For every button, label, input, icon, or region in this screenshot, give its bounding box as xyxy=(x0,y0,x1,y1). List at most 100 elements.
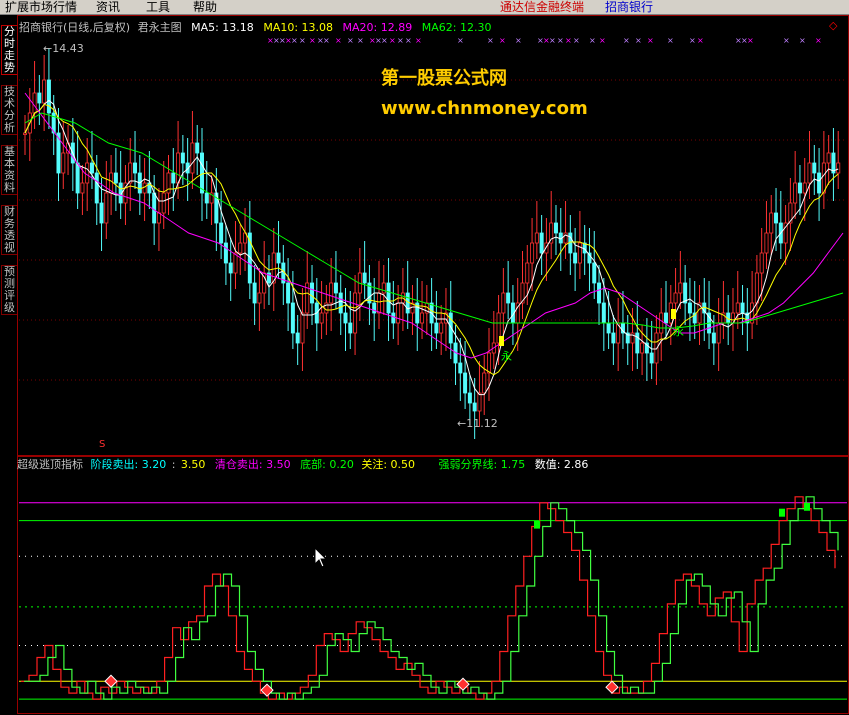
candle-body-155 xyxy=(764,232,769,254)
signal-mark-30: × xyxy=(599,36,606,45)
candle-body-107 xyxy=(534,232,539,244)
signal-mark-29: × xyxy=(589,36,596,45)
signal-mark-31: × xyxy=(623,36,630,45)
diamond-icon: ◇ xyxy=(829,19,838,32)
signal-mark-39: × xyxy=(747,36,754,45)
candle-body-23 xyxy=(133,162,138,174)
candle-body-149 xyxy=(735,302,740,314)
candle-body-96 xyxy=(482,372,487,394)
signal-mark-34: × xyxy=(667,36,674,45)
candle-body-121 xyxy=(601,302,606,324)
candle-body-108 xyxy=(539,232,544,254)
candle-body-22 xyxy=(128,162,133,184)
candle-body-48 xyxy=(252,282,257,304)
candle-body-74 xyxy=(376,292,381,314)
candle-body-75 xyxy=(381,282,386,294)
candle-body-170 xyxy=(836,162,841,174)
candle-body-161 xyxy=(793,182,798,204)
candle-body-168 xyxy=(826,152,831,164)
candle-body-166 xyxy=(817,172,822,194)
candle-body-4 xyxy=(42,79,47,104)
candle-body-68 xyxy=(348,322,353,334)
candle-body-76 xyxy=(386,282,391,314)
tab-financials[interactable]: 财务透视 xyxy=(1,205,18,255)
candle-body-0 xyxy=(23,132,28,135)
candle-body-64 xyxy=(329,282,334,304)
candle-body-43 xyxy=(228,262,233,274)
signal-mark-14: × xyxy=(381,36,388,45)
candle-body-71 xyxy=(362,272,367,284)
low-price-label: ←11.12 xyxy=(457,417,498,430)
clear-sell-label: 清仓卖出: 3.50 xyxy=(214,458,291,471)
menu-item-help[interactable]: 帮助 xyxy=(193,0,217,14)
signal-mark-27: × xyxy=(565,36,572,45)
ma62-label: MA62: 12.30 xyxy=(421,21,492,34)
divider-line-label: 强弱分界线: 1.75 xyxy=(438,458,526,471)
candle-body-8 xyxy=(61,152,66,174)
current-value-label: 数值: 2.86 xyxy=(534,458,589,471)
candle-body-35 xyxy=(190,142,195,174)
candle-body-32 xyxy=(176,152,181,184)
watermark-url: www.chnmoney.com xyxy=(381,98,588,119)
menu-item-news[interactable]: 资讯 xyxy=(96,0,120,14)
candle-body-123 xyxy=(611,332,616,344)
signal-mark-11: × xyxy=(357,36,364,45)
tab-forecast[interactable]: 预测评级 xyxy=(1,265,18,315)
tab-technical[interactable]: 技术分析 xyxy=(1,85,18,135)
ma20-line xyxy=(24,92,844,359)
candle-body-55 xyxy=(286,282,291,304)
top-signal-mark-0 xyxy=(534,520,540,529)
candle-body-92 xyxy=(463,372,468,394)
candle-body-120 xyxy=(597,282,602,304)
stage-sell-label: 阶段卖出: 3.20 xyxy=(90,458,167,471)
menu-item-tools[interactable]: 工具 xyxy=(146,0,170,14)
signal-mark-35: × xyxy=(689,36,696,45)
candle-body-69 xyxy=(353,292,358,334)
candle-body-153 xyxy=(754,272,759,304)
candle-body-58 xyxy=(300,312,305,344)
stock-title: 招商银行(日线,后复权) xyxy=(19,21,131,34)
candle-body-94 xyxy=(472,402,477,412)
top-signal-mark-1 xyxy=(779,508,785,517)
candle-body-44 xyxy=(233,252,238,274)
kline-chart-svg[interactable]: × × × × × × × × × × × × × × × × × × × × × × × × × × × × × × × × × × × × × × × ×… xyxy=(17,15,849,715)
candle-body-157 xyxy=(774,212,779,224)
indicator-header: 超级逃顶指标 阶段卖出: 3.20 : 3.50 清仓卖出: 3.50 底部: … xyxy=(17,458,588,471)
candle-body-19 xyxy=(113,172,118,184)
bottom-signal-diamond-3 xyxy=(605,680,619,694)
candle-body-91 xyxy=(458,362,463,374)
candle-body-12 xyxy=(80,182,85,194)
candle-body-57 xyxy=(295,332,300,344)
tab-fundamentals[interactable]: 基本资料 xyxy=(1,145,18,195)
candle-body-17 xyxy=(104,192,109,224)
candle-body-27 xyxy=(152,192,157,224)
chart-area[interactable]: × × × × × × × × × × × × × × × × × × × × × × × × × × × × × × × × × × × × × × × ×… xyxy=(17,15,849,715)
candle-body-77 xyxy=(391,312,396,324)
ma5-label: MA5: 13.18 xyxy=(191,21,254,34)
ma10-label: MA10: 13.08 xyxy=(263,21,334,34)
signal-mark-9: × xyxy=(335,36,342,45)
candle-body-11 xyxy=(75,162,80,194)
tab-intraday[interactable]: 分时走势 xyxy=(1,25,18,75)
candle-body-41 xyxy=(219,222,224,244)
candle-body-105 xyxy=(525,262,530,284)
candle-body-42 xyxy=(223,242,228,264)
candle-body-53 xyxy=(276,252,281,264)
candle-body-66 xyxy=(338,292,343,314)
candle-body-16 xyxy=(99,202,104,224)
menu-item-market[interactable]: 扩展市场行情 xyxy=(5,0,77,14)
candle-body-29 xyxy=(161,192,166,214)
signal-mark-17: × xyxy=(405,36,412,45)
candle-body-31 xyxy=(171,172,176,184)
candle-body-101 xyxy=(506,292,511,304)
candle-body-154 xyxy=(759,252,764,274)
watch-label: 关注: 0.50 xyxy=(361,458,416,471)
signal-mark-40: × xyxy=(783,36,790,45)
candle-body-100 xyxy=(501,292,506,314)
s-sell-marker: S xyxy=(99,439,105,450)
candle-body-95 xyxy=(477,392,482,412)
indicator-red-line xyxy=(21,496,836,700)
indicator-panel-frame xyxy=(17,456,849,714)
candle-body-2 xyxy=(32,92,37,114)
signal-mark-42: × xyxy=(815,36,822,45)
